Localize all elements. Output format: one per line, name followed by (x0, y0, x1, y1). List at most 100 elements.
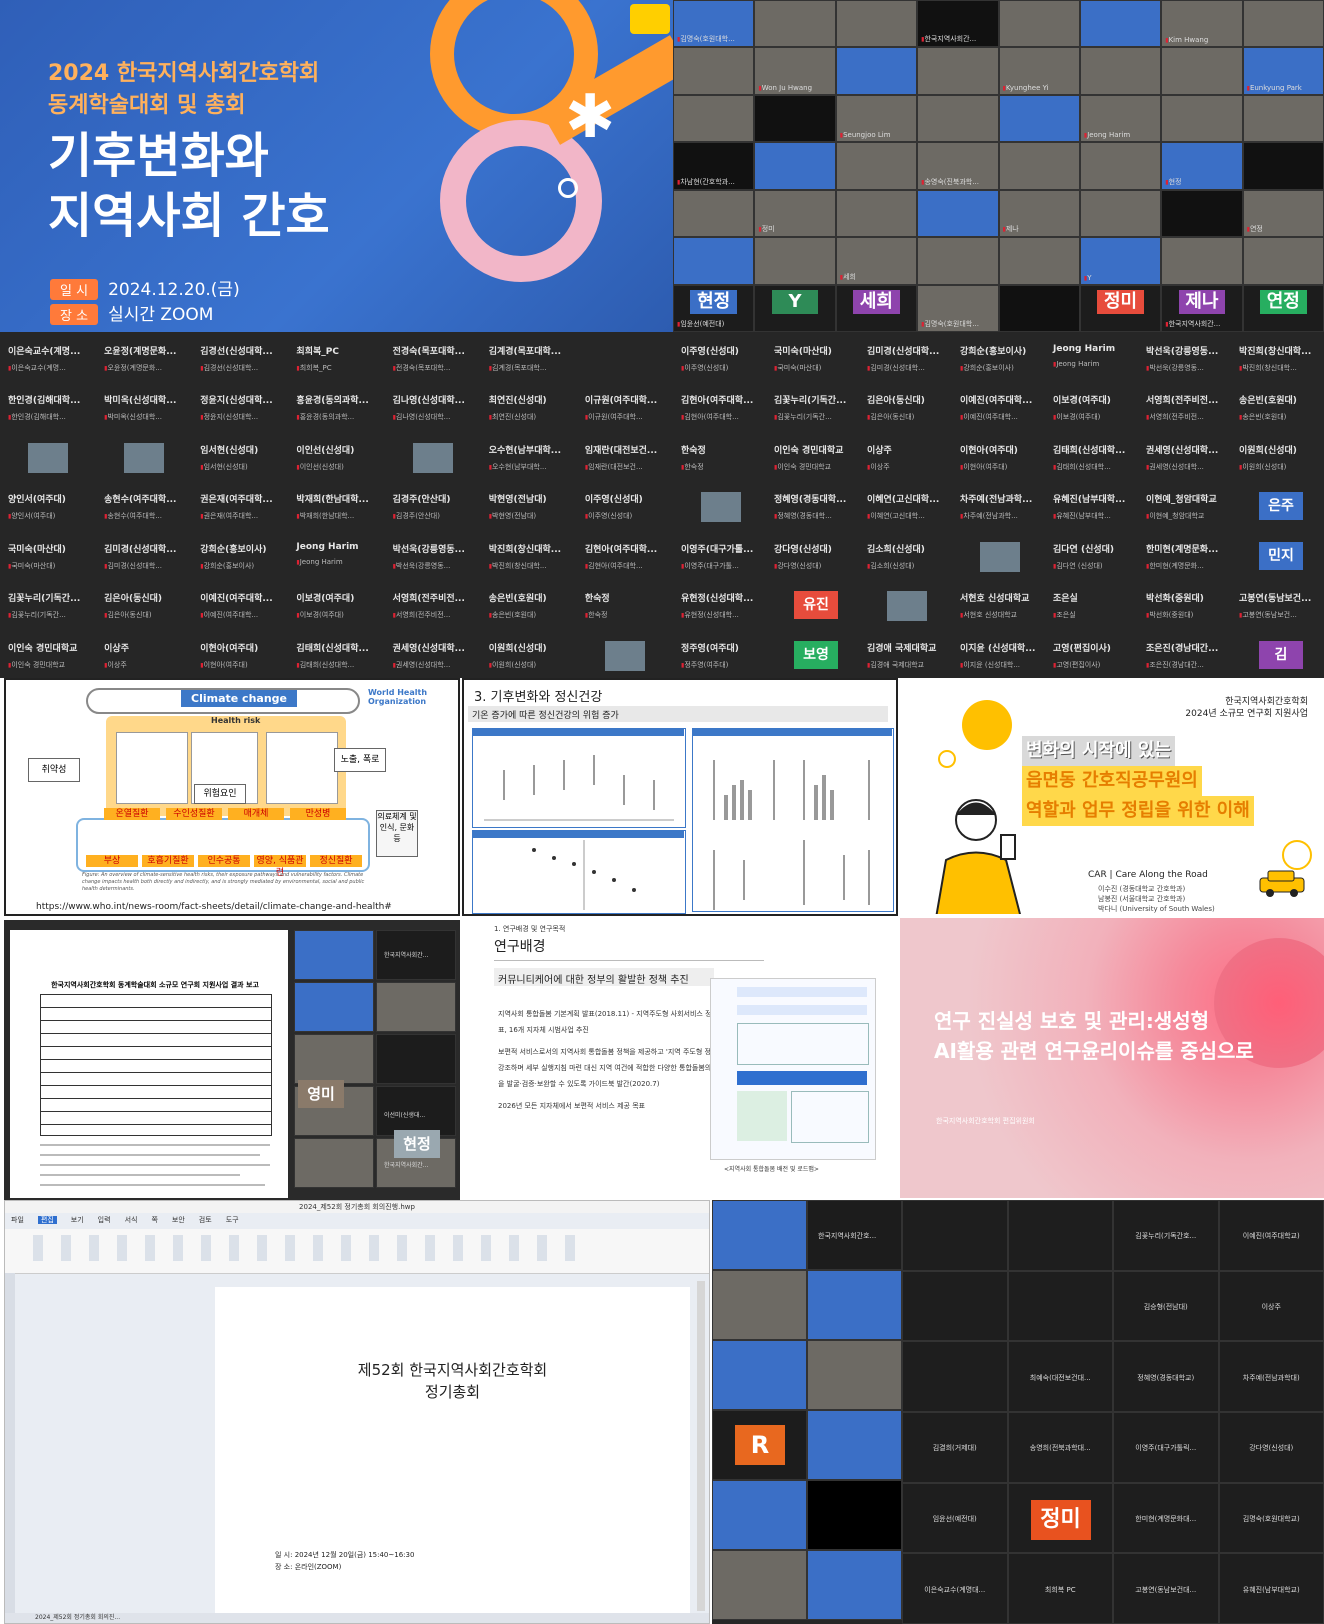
video-tile[interactable] (1242, 142, 1324, 190)
participant-tile[interactable]: 송은빈(호원대) 송은빈(호원대) (489, 591, 575, 620)
video-tile[interactable]: 송영희(전북과학대... (1007, 1412, 1113, 1483)
video-tile[interactable]: Eunkyung Park (1242, 47, 1324, 95)
video-tile[interactable] (902, 1341, 1008, 1412)
video-tile[interactable]: Y (1079, 237, 1162, 285)
video-tile[interactable]: 차주예(전남과학대) (1218, 1341, 1324, 1412)
video-tile[interactable]: 고봉연(동남보건대... (1113, 1553, 1219, 1624)
video-tile[interactable] (807, 1410, 902, 1480)
menu-item[interactable]: 보안 (172, 1216, 185, 1224)
video-tile[interactable]: 정미 (1079, 284, 1162, 332)
video-tile[interactable] (1242, 237, 1324, 285)
participant-tile[interactable]: 양인서(여주대) 양인서(여주대) (8, 492, 94, 521)
video-tile[interactable]: 최희복 PC (1007, 1553, 1113, 1624)
video-tile[interactable]: Won Ju Hwang (754, 47, 836, 95)
video-tile[interactable] (673, 47, 755, 95)
participant-tile[interactable]: 이영주(대구가톨... 이영주(대구가톨... (681, 542, 764, 571)
video-tile[interactable]: Y (754, 284, 836, 332)
video-tile[interactable] (712, 1340, 807, 1410)
participant-tile[interactable]: 박진희(창신대학... 박진희(창신대학... (489, 542, 575, 571)
participant-tile[interactable]: 서현호 신성대학교서현호 신성대학교 (960, 591, 1043, 620)
video-tile[interactable] (1079, 189, 1162, 238)
video-tile[interactable]: 송영숙(진북과학... (917, 142, 999, 190)
participant-tile[interactable]: 김다연 (신성대) 김다연 (신성대) (1053, 542, 1136, 571)
participant-tile[interactable]: 정주영(여주대) 정주영(여주대) (681, 641, 764, 670)
participant-tile[interactable]: 고영(편집이사) 고영(편집이사) (1053, 641, 1136, 670)
participant-tile[interactable]: 이상주이상주 (867, 443, 950, 472)
participant-tile[interactable]: 유현정(신성대학... 유현정(신성대학... (681, 591, 764, 620)
video-tile[interactable] (1161, 189, 1243, 238)
participant-tile[interactable]: 이지윤 (신성대학... 이지윤 (신성대학... (960, 641, 1043, 670)
video-tile[interactable]: Kim Hwang (1161, 0, 1243, 48)
participant-tile[interactable]: 이상주이상주 (104, 641, 190, 670)
video-tile[interactable]: 강다영(신성대) (1218, 1412, 1324, 1483)
participant-tile[interactable]: 이은숙교수(계명... 이은숙교수(계명... (8, 344, 94, 373)
video-tile[interactable]: Seungjoo Lim (835, 94, 918, 143)
participant-tile[interactable]: 정윤지(신성대학... 정윤지(신성대학... (200, 393, 286, 422)
video-tile[interactable] (673, 237, 755, 285)
participant-tile[interactable]: 조은진(경남대간... 조은진(경남대간... (1146, 641, 1229, 670)
video-tile[interactable]: 세희 (835, 237, 918, 285)
participant-tile[interactable]: 이예진(여주대학... 이예진(여주대학... (200, 591, 286, 620)
video-tile[interactable] (1079, 142, 1162, 190)
participant-tile[interactable]: 권세영(신성대학... 권세영(신성대학... (393, 641, 479, 670)
video-tile[interactable]: 한국지역사회간... (917, 0, 999, 48)
video-tile[interactable] (807, 1340, 902, 1410)
participant-tile[interactable]: 박미옥(신성대학... 박미옥(신성대학... (104, 393, 190, 422)
participant-tile[interactable]: 박진희(창신대학... 박진희(창신대학... (1239, 344, 1322, 373)
participant-tile[interactable]: 이현아(여주대) 이현아(여주대) (200, 641, 286, 670)
video-tile[interactable] (807, 1550, 902, 1620)
video-tile[interactable]: 김명숙(호원대학... (917, 284, 999, 332)
participant-tile[interactable]: 강희순(홍보이사) 강희순(홍보이사) (960, 344, 1043, 373)
participant-tile[interactable]: 오윤정(계명문화... 오윤정(계명문화... (104, 344, 190, 373)
video-tile[interactable] (712, 1200, 807, 1270)
participant-tile[interactable]: 김현아(여주대학... 김현아(여주대학... (681, 393, 764, 422)
video-tile[interactable] (1242, 94, 1324, 143)
menu-item[interactable]: 파일 (11, 1216, 24, 1224)
video-tile[interactable] (1161, 94, 1243, 143)
participant-tile[interactable]: 강희순(홍보이사) 강희순(홍보이사) (200, 542, 286, 571)
participant-tile[interactable]: 송은빈(호원대) 송은빈(호원대) (1239, 393, 1322, 422)
participant-tile[interactable]: 김미경(신성대학... 김미경(신성대학... (867, 344, 950, 373)
video-tile[interactable]: 연정 (1242, 284, 1324, 332)
video-tile[interactable] (1242, 0, 1324, 48)
video-tile[interactable] (917, 189, 999, 238)
participant-tile[interactable]: 이규원(여주대학... 이규원(여주대학... (585, 393, 671, 422)
video-tile[interactable]: 현정임윤선(예전대) (673, 284, 755, 332)
video-tile[interactable]: 제나한국지역사회간... (1161, 284, 1243, 332)
participant-tile[interactable]: 한인경(김해대학... 한인경(김해대학... (8, 393, 94, 422)
vertical-scrollbar[interactable] (697, 1281, 705, 1611)
video-tile[interactable]: R (712, 1410, 807, 1480)
participant-tile[interactable]: 김소희(신성대) 김소희(신성대) (867, 542, 950, 571)
menu-item[interactable]: 쪽 (151, 1216, 157, 1224)
participant-tile[interactable]: 국미숙(마산대) 국미숙(마산대) (774, 344, 857, 373)
video-tile[interactable] (294, 1138, 374, 1188)
video-tile[interactable]: 김명숙(호원대학교) (1218, 1482, 1324, 1554)
video-tile[interactable]: 김꽃누리(기독간호... (1113, 1200, 1219, 1271)
video-tile[interactable] (807, 1270, 902, 1340)
video-tile[interactable]: 유혜진(남부대학교) (1218, 1553, 1324, 1624)
participant-tile[interactable]: 김꽃누리(기독간... 김꽃누리(기독간... (774, 393, 857, 422)
video-tile[interactable] (294, 1034, 374, 1084)
participant-tile[interactable]: 이예진(여주대학... 이예진(여주대학... (960, 393, 1043, 422)
video-tile[interactable] (673, 94, 755, 143)
participant-tile[interactable]: 이원희(신성대) 이원희(신성대) (489, 641, 575, 670)
video-tile[interactable] (754, 0, 836, 48)
participant-tile[interactable]: 임서현(신성대) 임서현(신성대) (200, 443, 286, 472)
video-tile[interactable] (998, 94, 1080, 143)
video-tile[interactable] (754, 94, 836, 143)
video-tile[interactable] (673, 189, 755, 238)
participant-tile[interactable]: 이보경(여주대) 이보경(여주대) (1053, 393, 1136, 422)
video-tile[interactable] (807, 1480, 902, 1550)
participant-tile[interactable]: 최희복_PC 최희복_PC (296, 344, 382, 373)
video-tile[interactable] (754, 237, 836, 285)
participant-tile[interactable]: 오수현(남부대학... 오수현(남부대학... (489, 443, 575, 472)
video-tile[interactable] (712, 1480, 807, 1550)
video-tile[interactable] (835, 189, 918, 238)
participant-tile[interactable]: 이인숙 경민대학교이인숙 경민대학교 (774, 443, 857, 472)
video-tile[interactable] (902, 1270, 1008, 1342)
video-tile[interactable]: 최예숙(대전보건대... (1007, 1341, 1113, 1412)
video-tile[interactable] (1079, 0, 1162, 48)
participant-tile[interactable]: 홍윤경(동의과학... 홍윤경(동의과학... (296, 393, 382, 422)
video-tile[interactable]: 김승형(전남대) (1113, 1270, 1219, 1342)
video-tile[interactable]: 제나 (998, 189, 1080, 238)
